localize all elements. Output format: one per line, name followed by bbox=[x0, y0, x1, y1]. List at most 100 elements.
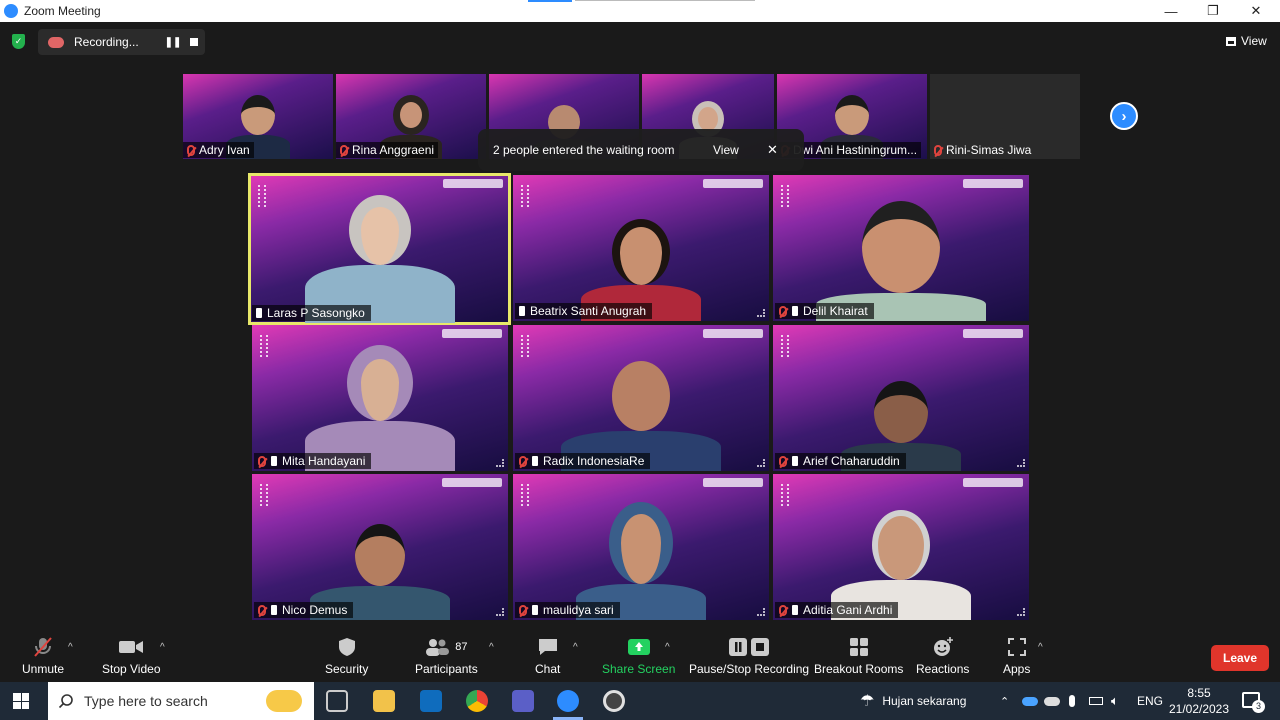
onedrive-icon[interactable] bbox=[1022, 682, 1038, 720]
weather-label: Hujan sekarang bbox=[882, 694, 967, 708]
pause-recording-icon[interactable]: ❚❚ bbox=[160, 37, 186, 48]
participant-name-tag: Radix IndonesiaRe bbox=[515, 453, 651, 469]
participant-name-tag: Rina Anggraeni bbox=[336, 142, 439, 158]
muted-mic-icon bbox=[258, 604, 266, 616]
pause-stop-recording-icon bbox=[727, 636, 771, 658]
pin-icon bbox=[271, 456, 277, 466]
security-button[interactable]: Security bbox=[325, 636, 368, 676]
muted-mic-icon bbox=[519, 604, 527, 616]
recording-indicator: Recording... ❚❚ bbox=[38, 29, 205, 55]
video-tile[interactable]: Arief Chaharuddin bbox=[773, 325, 1029, 471]
recording-label: Recording... bbox=[74, 35, 139, 49]
participants-icon: 87 bbox=[425, 636, 467, 658]
video-tile[interactable]: Mita Handayani bbox=[252, 325, 508, 471]
pin-icon bbox=[532, 605, 538, 615]
pin-icon bbox=[792, 456, 798, 466]
window-titlebar: Zoom Meeting — ❐ ✕ bbox=[0, 0, 1280, 22]
waiting-room-view-button[interactable]: View bbox=[713, 143, 767, 157]
reactions-button[interactable]: Reactions bbox=[916, 636, 969, 676]
stop-video-button[interactable]: Stop Video bbox=[102, 636, 161, 676]
stop-recording-icon[interactable] bbox=[190, 38, 198, 46]
outlook-icon[interactable] bbox=[420, 690, 442, 712]
media-player-icon[interactable] bbox=[603, 690, 625, 712]
participants-count: 87 bbox=[455, 641, 468, 653]
participant-name-tag: Laras P Sasongko bbox=[252, 305, 371, 321]
pin-icon bbox=[519, 306, 525, 316]
task-view-icon[interactable] bbox=[326, 690, 348, 712]
view-label: View bbox=[1241, 34, 1267, 48]
microphone-icon[interactable] bbox=[1069, 682, 1075, 720]
windows-taskbar: Type here to search ☂ Hujan sekarang ⌃ 🔈… bbox=[0, 682, 1280, 720]
notification-count: 3 bbox=[1252, 700, 1265, 713]
speaker-icon[interactable]: 🔈︎ bbox=[1111, 682, 1119, 720]
muted-mic-icon bbox=[519, 455, 527, 467]
video-tile[interactable]: Nico Demus bbox=[252, 474, 508, 620]
windows-start-icon[interactable] bbox=[13, 693, 29, 709]
close-notification-icon[interactable]: ✕ bbox=[767, 142, 778, 158]
zoom-app-icon[interactable] bbox=[557, 690, 579, 712]
breakout-rooms-button[interactable]: Breakout Rooms bbox=[814, 636, 903, 676]
pin-icon bbox=[792, 605, 798, 615]
video-tile[interactable]: Delil Khairat bbox=[773, 175, 1029, 321]
share-caret-icon[interactable]: ^ bbox=[665, 642, 670, 653]
encryption-shield-icon[interactable]: ✓ bbox=[12, 34, 25, 49]
participant-name-tag: Arief Chaharuddin bbox=[775, 453, 906, 469]
battery-icon[interactable] bbox=[1089, 682, 1103, 720]
chat-bubble-icon bbox=[537, 636, 559, 658]
video-tile[interactable]: Aditia Gani Ardhi bbox=[773, 474, 1029, 620]
zoom-logo-icon bbox=[4, 4, 18, 18]
file-explorer-icon[interactable] bbox=[373, 690, 395, 712]
video-tile[interactable]: maulidya sari bbox=[513, 474, 769, 620]
minimize-button[interactable]: — bbox=[1150, 0, 1192, 22]
participant-name-tag: Adry Ivan bbox=[183, 142, 254, 158]
video-tile[interactable]: Radix IndonesiaRe bbox=[513, 325, 769, 471]
strip-tile[interactable]: Adry Ivan bbox=[183, 74, 333, 159]
notification-center-icon[interactable]: 3 bbox=[1242, 692, 1265, 713]
language-indicator[interactable]: ENG bbox=[1137, 682, 1163, 720]
breakout-rooms-icon bbox=[849, 636, 869, 658]
teams-icon[interactable] bbox=[512, 690, 534, 712]
system-clock[interactable]: 8:55 21/02/2023 bbox=[1168, 685, 1230, 717]
taskbar-search-box[interactable]: Type here to search bbox=[48, 682, 314, 720]
apps-button[interactable]: Apps bbox=[1003, 636, 1030, 676]
video-options-caret-icon[interactable]: ^ bbox=[160, 642, 165, 653]
cloud-record-icon bbox=[48, 36, 64, 48]
chrome-icon[interactable] bbox=[466, 690, 488, 712]
pin-icon bbox=[532, 456, 538, 466]
chat-button[interactable]: Chat bbox=[535, 636, 560, 676]
muted-mic-icon bbox=[340, 144, 348, 156]
participants-caret-icon[interactable]: ^ bbox=[489, 642, 494, 653]
cloud-icon[interactable] bbox=[1044, 682, 1060, 720]
weather-widget[interactable]: ☂ Hujan sekarang bbox=[860, 682, 966, 720]
window-title: Zoom Meeting bbox=[24, 4, 101, 18]
chat-caret-icon[interactable]: ^ bbox=[573, 642, 578, 653]
restore-button[interactable]: ❐ bbox=[1192, 0, 1234, 22]
muted-mic-icon bbox=[187, 144, 195, 156]
participant-name-tag: Nico Demus bbox=[254, 602, 354, 618]
view-button[interactable]: View bbox=[1226, 34, 1267, 48]
tray-overflow-icon[interactable]: ⌃ bbox=[1000, 682, 1009, 720]
waiting-room-message: 2 people entered the waiting room bbox=[493, 143, 675, 157]
audio-options-caret-icon[interactable]: ^ bbox=[68, 642, 73, 653]
pause-stop-recording-button[interactable]: Pause/Stop Recording bbox=[689, 636, 809, 676]
video-tile[interactable]: Beatrix Santi Anugrah bbox=[513, 175, 769, 321]
participant-name-tag: Delil Khairat bbox=[775, 303, 874, 319]
participant-name-tag: Beatrix Santi Anugrah bbox=[515, 303, 653, 319]
leave-button[interactable]: Leave bbox=[1211, 645, 1269, 671]
video-tile[interactable]: Laras P Sasongko bbox=[248, 173, 511, 325]
smiley-icon bbox=[932, 636, 954, 658]
pin-icon bbox=[256, 308, 262, 318]
strip-tile[interactable]: Rini-Simas Jiwa bbox=[930, 74, 1080, 159]
rain-cloud-icon: ☂ bbox=[860, 693, 875, 710]
close-button[interactable]: ✕ bbox=[1235, 0, 1277, 22]
view-grid-icon bbox=[1226, 36, 1236, 46]
next-page-button[interactable]: › bbox=[1110, 102, 1138, 130]
apps-caret-icon[interactable]: ^ bbox=[1038, 642, 1043, 653]
strip-tile[interactable]: Rina Anggraeni bbox=[336, 74, 486, 159]
unmute-button[interactable]: Unmute bbox=[22, 636, 64, 676]
participants-button[interactable]: 87 Participants bbox=[415, 636, 478, 676]
clock-date: 21/02/2023 bbox=[1168, 702, 1230, 716]
tab-indicator bbox=[528, 0, 572, 2]
tab-divider bbox=[575, 0, 755, 1]
muted-mic-icon bbox=[779, 305, 787, 317]
